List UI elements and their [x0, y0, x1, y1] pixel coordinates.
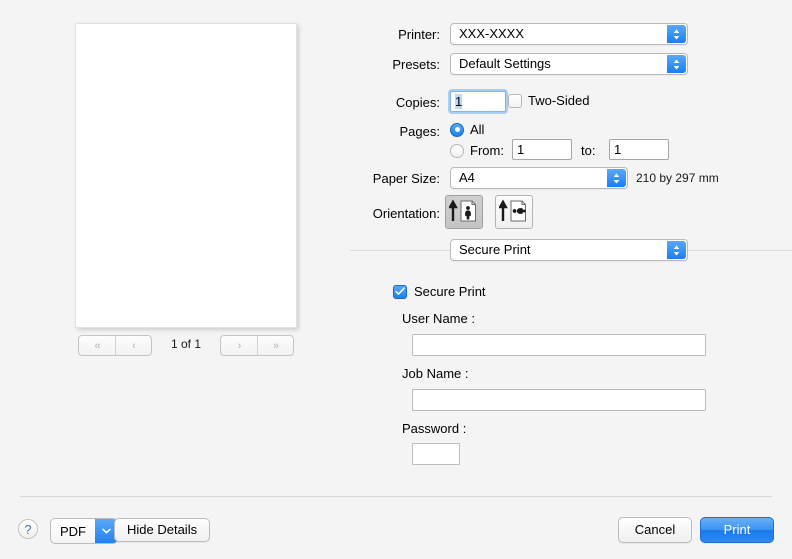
user-name-input[interactable]: [412, 334, 706, 356]
presets-value: Default Settings: [459, 56, 551, 71]
footer-separator: [20, 496, 772, 497]
hide-details-button[interactable]: Hide Details: [114, 518, 211, 542]
paper-size-label: Paper Size:: [372, 171, 440, 186]
paper-size-value: A4: [459, 170, 475, 185]
job-name-input[interactable]: [412, 389, 706, 411]
paper-dimensions-text: 210 by 297 mm: [636, 171, 719, 185]
pages-range-radio[interactable]: [450, 143, 464, 158]
copies-value: 1: [455, 94, 463, 109]
pages-range-option[interactable]: From:: [450, 143, 504, 158]
password-label: Password :: [402, 421, 467, 436]
page-nav-forward-group: › »: [220, 335, 294, 356]
pages-label: Pages:: [399, 124, 440, 139]
print-feature-popup[interactable]: Secure Print: [450, 239, 688, 261]
dialog-footer: ? PDF Hide Details Cancel Print: [0, 490, 792, 559]
print-settings-pane: Printer: XXX-XXXX Presets: Default Setti…: [340, 0, 792, 490]
pages-from-input[interactable]: 1: [512, 139, 572, 160]
secure-print-label: Secure Print: [414, 284, 486, 299]
pdf-menu-button[interactable]: PDF: [50, 518, 118, 544]
orientation-landscape-button[interactable]: [495, 195, 533, 229]
paper-size-popup[interactable]: A4: [450, 167, 628, 189]
pages-to-label: to:: [581, 143, 596, 158]
portrait-page-icon: [448, 199, 479, 226]
copies-label: Copies:: [395, 95, 440, 110]
pages-from-label: From:: [470, 143, 504, 158]
pdf-button-label: PDF: [60, 523, 86, 539]
cancel-button[interactable]: Cancel: [618, 517, 692, 543]
secure-print-checkbox[interactable]: [393, 284, 407, 299]
two-sided-label: Two-Sided: [528, 93, 590, 108]
printer-value: XXX-XXXX: [459, 26, 525, 41]
pages-to-value: 1: [614, 142, 622, 157]
chevron-updown-icon: [667, 241, 686, 259]
print-feature-value: Secure Print: [459, 242, 531, 257]
pages-to-input[interactable]: 1: [609, 139, 669, 160]
pages-all-label: All: [470, 122, 485, 137]
chevron-updown-icon: [607, 169, 626, 187]
presets-popup[interactable]: Default Settings: [450, 53, 688, 75]
page-navigation-controls: « ‹ 1 of 1 › »: [75, 335, 297, 356]
secure-print-toggle[interactable]: Secure Print: [393, 284, 486, 299]
orientation-portrait-button[interactable]: [445, 195, 483, 229]
chevron-updown-icon: [667, 25, 686, 43]
next-page-button[interactable]: ›: [221, 336, 257, 355]
job-name-label: Job Name :: [402, 366, 469, 381]
help-button[interactable]: ?: [18, 519, 38, 539]
last-page-button[interactable]: »: [257, 336, 293, 355]
pages-all-radio[interactable]: [450, 122, 464, 137]
password-input[interactable]: [412, 443, 460, 465]
presets-label: Presets:: [392, 57, 440, 72]
pages-from-value: 1: [517, 142, 525, 157]
two-sided-checkbox[interactable]: [508, 93, 522, 108]
two-sided-option[interactable]: Two-Sided: [508, 93, 589, 108]
chevron-updown-icon: [667, 55, 686, 73]
printer-label: Printer:: [398, 27, 440, 42]
page-preview-image: [75, 23, 297, 328]
print-button[interactable]: Print: [700, 517, 774, 543]
copies-input[interactable]: 1: [450, 91, 506, 112]
print-preview-pane: « ‹ 1 of 1 › »: [0, 0, 340, 490]
orientation-label: Orientation:: [372, 206, 440, 221]
pages-all-option[interactable]: All: [450, 122, 484, 137]
printer-popup[interactable]: XXX-XXXX: [450, 23, 688, 45]
landscape-page-icon: [498, 199, 529, 226]
user-name-label: User Name :: [402, 311, 475, 326]
